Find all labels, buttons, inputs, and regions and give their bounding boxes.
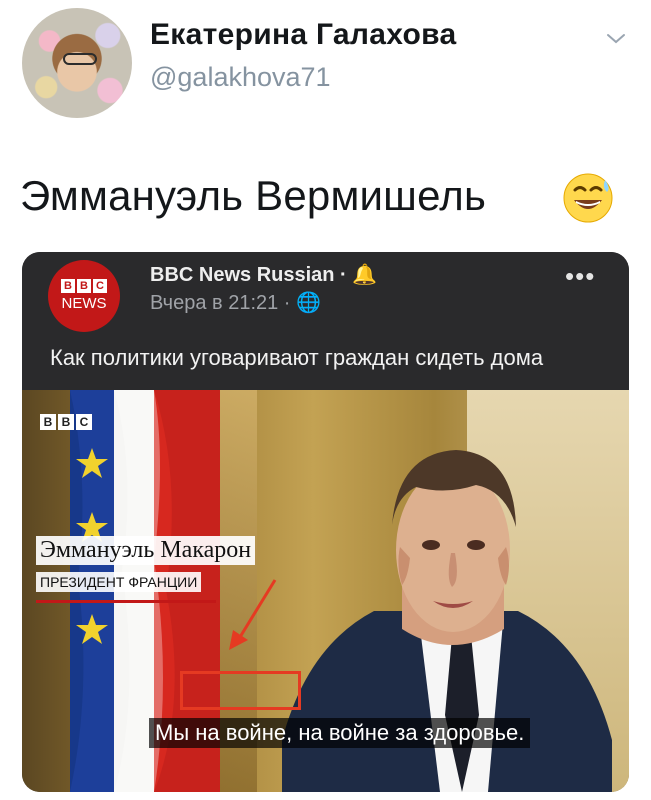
chevron-down-icon[interactable] (604, 27, 628, 51)
video-subtitle: Мы на войне, на войне за здоровье. (149, 718, 531, 748)
post-header: B B C NEWS BBC News Russian · 🔔 Вчера в … (22, 252, 629, 390)
more-options-icon[interactable]: ••• (565, 263, 595, 289)
tweet-text: Эммануэль Вермишель (20, 172, 487, 219)
bbc-watermark: B B C (40, 414, 92, 430)
post-timestamp[interactable]: Вчера в 21:21 · 🌐 (150, 290, 321, 315)
logo-letter-2: B (77, 279, 91, 293)
author-avatar[interactable] (22, 8, 132, 118)
logo-news-label: NEWS (61, 295, 107, 312)
annotation-arrow (229, 579, 277, 650)
post-page-name[interactable]: BBC News Russian · 🔔 (150, 262, 377, 287)
bbc-news-logo[interactable]: B B C NEWS (48, 260, 120, 332)
embedded-post-screenshot[interactable]: B B C NEWS BBC News Russian · 🔔 Вчера в … (22, 252, 629, 792)
strap-underline (36, 600, 216, 603)
watermark-letter-3: C (76, 414, 92, 430)
logo-letter-1: B (61, 279, 75, 293)
speaker-name-strap: Эммануэль Макарон (36, 536, 256, 565)
grinning-face-with-sweat-icon (563, 173, 613, 223)
watermark-letter-1: B (40, 414, 56, 430)
post-caption: Как политики уговаривают граждан сидеть … (50, 345, 544, 370)
speaker-title-strap: ПРЕЗИДЕНТ ФРАНЦИИ (36, 572, 202, 592)
logo-letter-3: C (93, 279, 107, 293)
highlight-box (180, 671, 301, 710)
watermark-letter-2: B (58, 414, 74, 430)
news-video-frame[interactable]: B B C Эммануэль Макарон ПРЕЗИДЕНТ ФРАНЦИ… (22, 390, 629, 792)
avatar-glasses (63, 53, 97, 65)
author-display-name[interactable]: Екатерина Галахова (150, 18, 456, 52)
author-handle[interactable]: @galakhova71 (150, 62, 331, 93)
